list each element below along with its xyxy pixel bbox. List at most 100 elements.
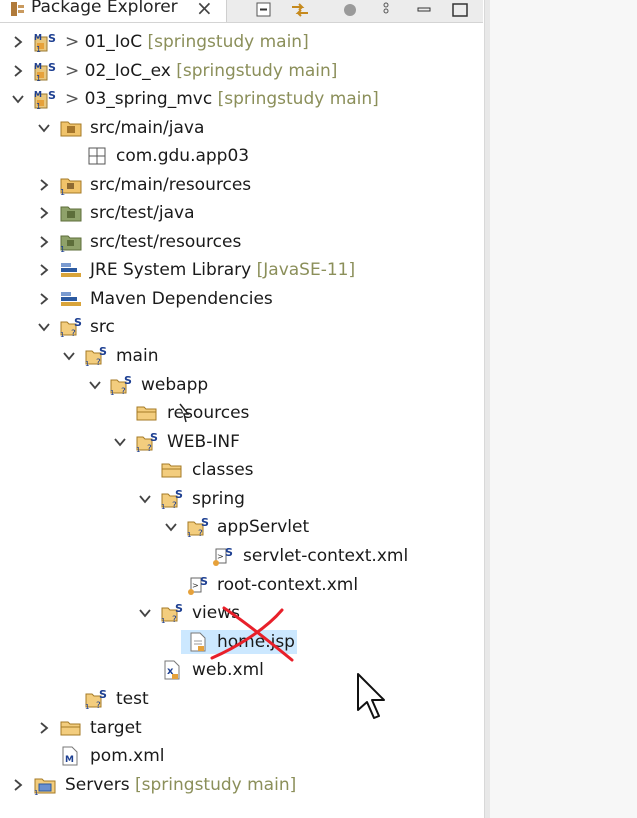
item-label: test (116, 689, 149, 709)
svg-text:S: S (48, 32, 56, 45)
package-icon (85, 145, 109, 167)
item-label: 01_IoC (84, 32, 143, 52)
maven-project-icon: MS1 (33, 60, 57, 82)
svg-text:S: S (225, 546, 233, 559)
tree-item-classes[interactable]: classes (0, 456, 483, 484)
tree-item-resources[interactable]: resources (0, 399, 483, 427)
tree-item-servlet-context-xml[interactable]: S > servlet-context.xml (0, 542, 483, 570)
chevron-down-icon[interactable] (37, 121, 51, 135)
link-with-editor-icon[interactable] (290, 1, 310, 19)
folder-icon: S? 1 (84, 345, 108, 367)
svg-text:?: ? (172, 615, 177, 624)
filter-icon[interactable] (340, 1, 360, 19)
item-label: src/test/java (90, 203, 195, 223)
tree-item-test[interactable]: S? 1 test (0, 685, 483, 713)
tree-item-01-ioc[interactable]: MS1 > 01_IoC [springstudy main] (0, 28, 483, 56)
chevron-down-icon[interactable] (88, 378, 102, 392)
folder-icon: S? 1 (186, 516, 210, 538)
svg-text:1: 1 (136, 446, 140, 453)
tree-item-spring[interactable]: S? 1 spring (0, 485, 483, 513)
item-decoration: [springstudy main] (135, 775, 297, 795)
chevron-right-icon[interactable] (37, 235, 51, 249)
text-cursor-icon (178, 402, 192, 426)
tree-item-src[interactable]: S? 1 src (0, 313, 483, 341)
test-source-folder-icon (59, 202, 83, 224)
svg-text:?: ? (147, 444, 152, 453)
item-label: src (90, 317, 115, 337)
tree-item-src-test-resources[interactable]: 1 src/test/resources (0, 228, 483, 256)
svg-text:S: S (201, 516, 209, 529)
item-label: appServlet (217, 517, 310, 537)
svg-text:S: S (200, 575, 208, 588)
chevron-right-icon[interactable] (37, 721, 51, 735)
tree-item-appservlet[interactable]: S? 1 appServlet (0, 513, 483, 541)
chevron-right-icon[interactable] (11, 64, 25, 78)
svg-text:S: S (48, 89, 56, 102)
svg-text:1: 1 (36, 102, 41, 110)
collapse-all-icon[interactable] (254, 1, 274, 19)
plain-folder-icon (160, 459, 184, 481)
tree-item-src-main-java[interactable]: src/main/java (0, 114, 483, 142)
tree-item-jre-system-library[interactable]: JRE System Library [JavaSE-11] (0, 256, 483, 284)
tree-item-webapp[interactable]: S? 1 webapp (0, 371, 483, 399)
chevron-down-icon[interactable] (37, 320, 51, 334)
package-explorer-icon (10, 2, 26, 16)
chevron-right-icon[interactable] (37, 263, 51, 277)
svg-text:1: 1 (60, 331, 64, 338)
maximize-icon[interactable] (450, 1, 470, 19)
view-menu-icon[interactable] (376, 1, 396, 19)
item-label: WEB-INF (167, 432, 240, 452)
tree-item-com-gdu-app03[interactable]: com.gdu.app03 (0, 142, 483, 170)
folder-icon: S? 1 (160, 488, 184, 510)
prefix-marker: > (65, 89, 80, 109)
view-tab-bar: Package Explorer × (0, 0, 483, 23)
tree-item-main[interactable]: S? 1 main (0, 342, 483, 370)
svg-text:1: 1 (187, 531, 191, 538)
chevron-right-icon[interactable] (37, 178, 51, 192)
library-icon (59, 288, 83, 310)
svg-text:M: M (65, 755, 74, 765)
svg-text:S: S (48, 61, 56, 74)
chevron-right-icon[interactable] (11, 778, 25, 792)
folder-icon: S? 1 (59, 316, 83, 338)
tree-item-src-test-java[interactable]: src/test/java (0, 199, 483, 227)
close-icon[interactable]: × (196, 0, 213, 19)
chevron-down-icon[interactable] (11, 92, 25, 106)
svg-text:1: 1 (161, 617, 165, 624)
tree-item-web-inf[interactable]: S? 1 WEB-INF (0, 428, 483, 456)
chevron-right-icon[interactable] (37, 206, 51, 220)
test-resource-folder-icon: 1 (59, 231, 83, 253)
item-label: src/test/resources (90, 232, 242, 252)
svg-text:>: > (192, 581, 199, 590)
tree-item-02-ioc-ex[interactable]: MS1 > 02_IoC_ex [springstudy main] (0, 57, 483, 85)
svg-text:?: ? (121, 387, 126, 396)
maven-project-icon: MS1 (33, 88, 57, 110)
tree-item-root-context-xml[interactable]: S > root-context.xml (0, 571, 483, 599)
tree-item-pom-xml[interactable]: M pom.xml (0, 742, 483, 770)
item-decoration: [springstudy main] (176, 61, 338, 81)
tab-package-explorer[interactable]: Package Explorer × (0, 0, 227, 22)
editor-area (490, 0, 637, 818)
tree-item-target[interactable]: target (0, 714, 483, 742)
servers-project-icon: 1 (33, 774, 57, 796)
item-label: src/main/resources (90, 175, 252, 195)
mouse-pointer-icon (356, 672, 388, 724)
chevron-right-icon[interactable] (37, 292, 51, 306)
tree-item-maven-dependencies[interactable]: Maven Dependencies (0, 285, 483, 313)
svg-text:S: S (124, 374, 132, 387)
chevron-down-icon[interactable] (138, 492, 152, 506)
chevron-down-icon[interactable] (164, 520, 178, 534)
tree-item-servers[interactable]: 1 Servers [springstudy main] (0, 771, 483, 799)
folder-icon: S? 1 (84, 688, 108, 710)
minimize-icon[interactable] (414, 1, 434, 19)
tree-item-src-main-resources[interactable]: 1 src/main/resources (0, 171, 483, 199)
jsp-file-icon (186, 631, 210, 653)
spring-xml-icon: S > (186, 574, 210, 596)
chevron-right-icon[interactable] (11, 35, 25, 49)
chevron-down-icon[interactable] (138, 606, 152, 620)
item-label: spring (192, 489, 245, 509)
chevron-down-icon[interactable] (62, 349, 76, 363)
tree-item-03-spring-mvc[interactable]: MS1 > 03_spring_mvc [springstudy main] (0, 85, 483, 113)
chevron-down-icon[interactable] (113, 435, 127, 449)
svg-text:S: S (175, 488, 183, 501)
